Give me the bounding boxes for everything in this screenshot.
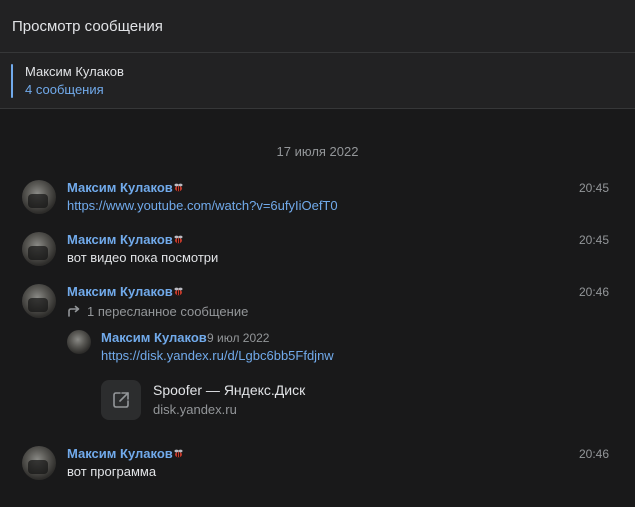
message-text: вот видео пока посмотри bbox=[67, 250, 219, 265]
forwarded-date: 9 июл 2022 bbox=[207, 331, 270, 345]
avatar[interactable] bbox=[22, 180, 56, 214]
link-card-title[interactable]: Spoofer — Яндекс.Диск bbox=[153, 382, 305, 398]
message-text: вот программа bbox=[67, 464, 157, 479]
message-author[interactable]: Максим Кулаков bbox=[67, 446, 173, 461]
forwarded-author[interactable]: Максим Кулаков bbox=[101, 330, 207, 345]
page-title: Просмотр сообщения bbox=[12, 18, 163, 35]
sender-name: Максим Кулаков bbox=[25, 64, 124, 79]
sender-accent-bar bbox=[11, 64, 13, 98]
forwarded-label[interactable]: 1 пересланное сообщение bbox=[67, 304, 248, 319]
message-time: 20:46 bbox=[578, 285, 609, 299]
external-link-icon bbox=[113, 392, 129, 408]
bee-emoji-icon bbox=[174, 183, 183, 192]
sender-summary[interactable]: Максим Кулаков 4 сообщения bbox=[0, 53, 635, 109]
message-item: Максим Кулаков 20:46 1 пересланное сообщ… bbox=[0, 284, 635, 434]
link-card-domain: disk.yandex.ru bbox=[153, 402, 237, 417]
message-time: 20:45 bbox=[578, 181, 609, 195]
avatar[interactable] bbox=[22, 232, 56, 266]
message-author[interactable]: Максим Кулаков bbox=[67, 180, 173, 195]
message-item: Максим Кулаков 20:45 вот видео пока посм… bbox=[0, 232, 635, 268]
forwarded-label-text: 1 пересланное сообщение bbox=[87, 304, 249, 319]
forwarded-link[interactable]: https://disk.yandex.ru/d/Lgbc6bb5Ffdjnw bbox=[101, 348, 334, 363]
avatar[interactable] bbox=[22, 446, 56, 480]
forwarded-avatar[interactable] bbox=[67, 330, 91, 354]
date-separator: 17 июля 2022 bbox=[276, 144, 359, 159]
message-author[interactable]: Максим Кулаков bbox=[67, 232, 173, 247]
header: Просмотр сообщения bbox=[0, 0, 635, 53]
message-count-link[interactable]: 4 сообщения bbox=[25, 82, 104, 97]
message-time: 20:46 bbox=[578, 447, 609, 461]
bee-emoji-icon bbox=[174, 449, 183, 458]
avatar[interactable] bbox=[22, 284, 56, 318]
message-time: 20:45 bbox=[578, 233, 609, 247]
forward-arrow-icon bbox=[68, 305, 80, 317]
message-item: Максим Кулаков 20:46 вот программа bbox=[0, 446, 635, 482]
link-card-icon[interactable] bbox=[101, 380, 141, 420]
message-link[interactable]: https://www.youtube.com/watch?v=6ufyIiOe… bbox=[67, 198, 338, 213]
message-item: Максим Кулаков 20:45 https://www.youtube… bbox=[0, 180, 635, 216]
bee-emoji-icon bbox=[174, 287, 183, 296]
bee-emoji-icon bbox=[174, 235, 183, 244]
message-author[interactable]: Максим Кулаков bbox=[67, 284, 173, 299]
